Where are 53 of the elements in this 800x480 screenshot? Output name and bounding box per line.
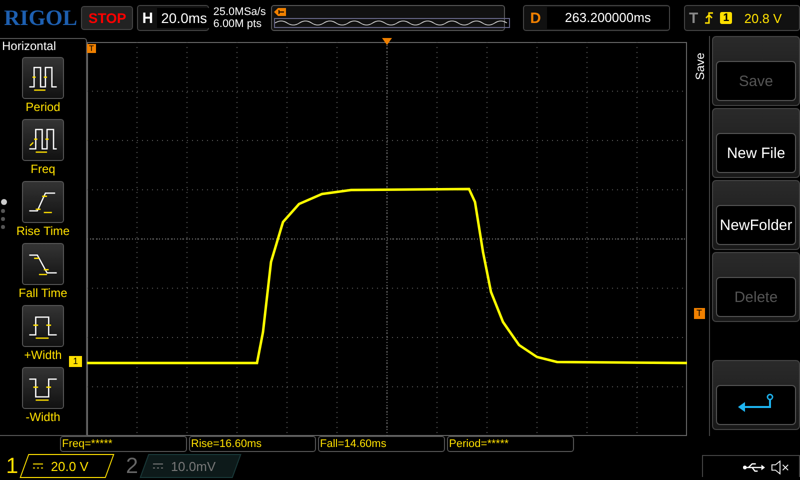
menu-title: Horizontal bbox=[1, 39, 56, 53]
page-dot[interactable] bbox=[1, 217, 5, 221]
memory-depth: 6.00M pts bbox=[213, 18, 263, 30]
sound-muted-icon bbox=[771, 460, 789, 475]
position-marker-icon bbox=[274, 8, 286, 16]
timebase-value: 20.0ms bbox=[157, 8, 212, 28]
delay-label: D bbox=[529, 10, 542, 26]
timebase-label: H bbox=[141, 10, 154, 26]
measurement-result: Freq=***** bbox=[60, 436, 187, 452]
channel-scale: 20.0 V bbox=[51, 458, 89, 474]
trigger-panel[interactable]: T 1 20.8 V bbox=[684, 5, 800, 31]
trigger-position-marker[interactable]: T bbox=[87, 44, 96, 53]
measure-label: Rise Time bbox=[16, 223, 70, 239]
sample-rate: 25.0MSa/s bbox=[213, 6, 267, 18]
trigger-position-icon bbox=[382, 38, 392, 46]
channel-scale: 10.0mV bbox=[171, 458, 216, 474]
measure-button[interactable] bbox=[22, 57, 64, 99]
page-dot[interactable] bbox=[1, 199, 7, 205]
menu-button[interactable]: New File bbox=[716, 133, 796, 173]
measure-button[interactable] bbox=[22, 119, 64, 161]
trigger-label: T bbox=[688, 10, 698, 26]
measure-label: -Width bbox=[26, 409, 60, 425]
trigger-source: 1 bbox=[720, 12, 732, 24]
measure-label: Period bbox=[26, 99, 60, 115]
trigger-level-marker[interactable]: T bbox=[694, 308, 705, 319]
dc-coupling-icon bbox=[33, 463, 44, 469]
usb-icon bbox=[743, 462, 765, 473]
measure-button[interactable] bbox=[22, 367, 64, 409]
delay-panel[interactable]: D 263.200000ms bbox=[523, 5, 670, 31]
measurement-result: Rise=16.60ms bbox=[189, 436, 316, 452]
measure-button[interactable] bbox=[22, 181, 64, 223]
delay-value: 263.200000ms bbox=[546, 7, 669, 29]
measure-button[interactable] bbox=[22, 243, 64, 285]
page-dot[interactable] bbox=[1, 225, 5, 229]
logo: RIGOL bbox=[4, 5, 78, 31]
measurement-result: Period=***** bbox=[447, 436, 574, 452]
menu-button[interactable]: NewFolder bbox=[716, 205, 796, 245]
measurement-result: Fall=14.60ms bbox=[318, 436, 445, 452]
measure-button[interactable] bbox=[22, 305, 64, 347]
timebase-panel[interactable]: H 20.0ms bbox=[137, 5, 210, 31]
page-dot[interactable] bbox=[1, 209, 5, 213]
run-status[interactable]: STOP bbox=[81, 6, 134, 30]
measure-label: Fall Time bbox=[18, 285, 68, 301]
dc-coupling-icon bbox=[153, 463, 164, 469]
channel-number: 1 bbox=[6, 453, 18, 479]
measure-label: Freq bbox=[30, 161, 56, 177]
back-button[interactable] bbox=[716, 385, 796, 425]
measure-label: +Width bbox=[24, 347, 62, 363]
rising-edge-icon bbox=[704, 11, 714, 25]
trigger-level: 20.8 V bbox=[744, 10, 782, 26]
channel-number: 2 bbox=[126, 453, 138, 479]
menu-title: Save bbox=[693, 52, 707, 80]
channel-marker[interactable]: 1 bbox=[69, 356, 82, 367]
